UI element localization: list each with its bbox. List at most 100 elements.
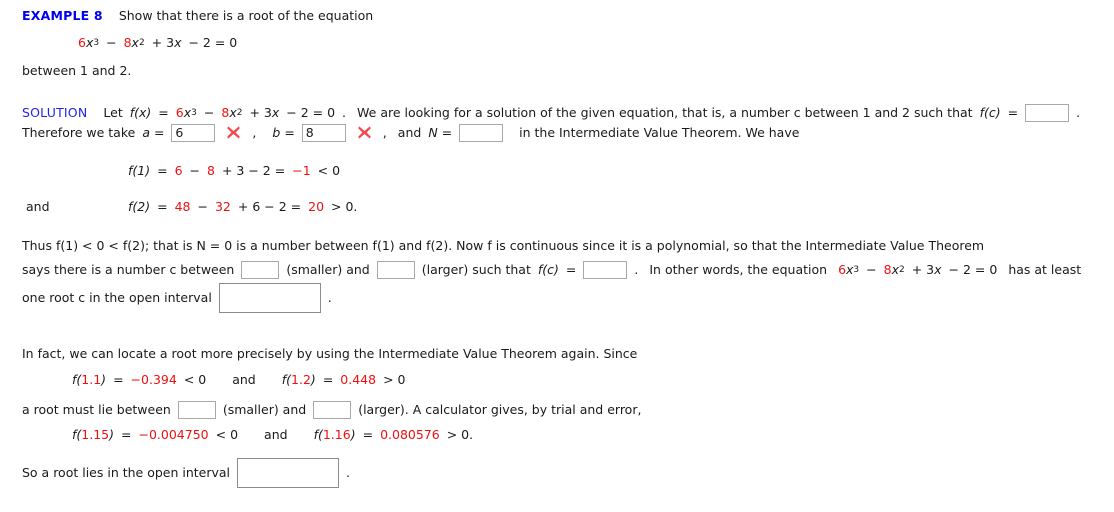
- f2-term-2: 32: [214, 199, 231, 214]
- example-prompt: Show that there is a root of the equatio…: [118, 8, 374, 23]
- calc3-value: −0.004750: [138, 427, 209, 442]
- thus-larger-input[interactable]: [376, 261, 415, 279]
- thus-one-root-text: one root c in the open interval: [22, 289, 212, 305]
- solution-fc-label: f(c): [979, 104, 1001, 120]
- infact-and-word-2: and: [264, 427, 288, 442]
- thus-equation-op-1: −: [866, 261, 877, 277]
- solution-equation-var-2: x: [229, 104, 237, 120]
- thus-fc-label: f(c): [537, 261, 559, 277]
- thus-equation-var-3: x: [934, 261, 942, 277]
- calc2-fn-open: f(: [281, 372, 292, 387]
- example-equation: 6x3 − 8x2 + 3x − 2 = 0: [78, 35, 238, 50]
- f2-function: f(2): [128, 199, 151, 214]
- calc3-eq: =: [121, 427, 132, 442]
- example-heading-line: EXAMPLE 8 Show that there is a root of t…: [22, 8, 374, 23]
- solution-label: SOLUTION: [22, 104, 88, 120]
- solution-equation-op-1: −: [203, 104, 215, 120]
- final-interval-input[interactable]: [237, 458, 340, 488]
- f1-term-op: −: [189, 163, 201, 178]
- solution-equation-var-1: x: [183, 104, 192, 120]
- therefore-text: Therefore we take: [22, 124, 136, 140]
- f2-term-1: 48: [174, 199, 191, 214]
- thus-line3-period: .: [327, 289, 332, 305]
- thus-says-text: says there is a number c between: [22, 261, 235, 277]
- f2-eq: =: [157, 199, 168, 214]
- calc1-fn-open: f(: [72, 372, 82, 387]
- thus-equation-tail: has at least: [1008, 261, 1082, 277]
- infact-smaller-input[interactable]: [177, 401, 216, 419]
- thus-equation-coef-2: 8: [883, 261, 892, 277]
- b-value-input[interactable]: [301, 124, 346, 142]
- thus-smaller-input[interactable]: [241, 261, 280, 279]
- thus-equation-var-2: x: [891, 261, 899, 277]
- f1-function: f(1): [128, 163, 151, 178]
- solution-period-2: .: [1076, 104, 1081, 120]
- thus-line-1: Thus f(1) < 0 < f(2); that is N = 0 is a…: [22, 238, 985, 253]
- f2-compare: > 0.: [331, 199, 358, 214]
- equation-var-1: x: [85, 35, 94, 50]
- open-interval-input[interactable]: [218, 283, 321, 313]
- equation-op-3: − 2 = 0: [188, 35, 238, 50]
- calc3-fn-open: f(: [72, 427, 82, 442]
- thus-inwords-text: In other words, the equation: [649, 261, 828, 277]
- f2-term-rest: + 6 − 2 =: [237, 199, 302, 214]
- calc1-arg: 1.1: [81, 372, 102, 387]
- exercise-page: EXAMPLE 8 Show that there is a root of t…: [0, 0, 1114, 512]
- f1-eq: =: [157, 163, 168, 178]
- f1-result: −1: [292, 163, 311, 178]
- N-label: N =: [428, 124, 453, 140]
- solution-period-1: .: [342, 104, 347, 120]
- solution-eq-sign: =: [158, 104, 169, 120]
- equation-var-2: x: [131, 35, 139, 50]
- infact-paragraph: In fact, we can locate a root more preci…: [22, 346, 638, 361]
- N-value-input[interactable]: [459, 124, 504, 142]
- a-value-input[interactable]: [171, 124, 216, 142]
- calc1-eq: =: [113, 372, 124, 387]
- infact-and-word: and: [232, 372, 256, 387]
- calc2-arg: 1.2: [291, 372, 311, 387]
- infact-larger-input[interactable]: [313, 401, 352, 419]
- solution-fx: f(x): [129, 104, 152, 120]
- calc3-fn-close: ): [109, 427, 115, 442]
- solution-equation-op-3: − 2 = 0: [286, 104, 336, 120]
- example-label: EXAMPLE 8: [22, 8, 103, 23]
- calc4-arg: 1.16: [322, 427, 351, 442]
- thus-fc-input[interactable]: [583, 261, 628, 279]
- equation-op-2: + 3: [151, 35, 175, 50]
- thus-line-2: says there is a number c between (smalle…: [22, 261, 1081, 279]
- thus-equation-op-2: + 3: [911, 261, 935, 277]
- thus-larger-label: (larger) such that: [421, 261, 531, 277]
- and-text: and: [397, 124, 422, 140]
- infact-larger-label: (larger). A calculator gives, by trial a…: [358, 401, 642, 417]
- evaluation-f2: f(2) = 48 − 32 + 6 − 2 = 20 > 0.: [128, 199, 358, 214]
- final-period: .: [346, 464, 351, 480]
- f1-term-2: 8: [207, 163, 215, 178]
- solution-line-2: Therefore we take a = , b = , and N =: [22, 124, 799, 142]
- f1-term-1: 6: [174, 163, 183, 178]
- calc3-compare: < 0: [215, 427, 239, 442]
- ivt-text: in the Intermediate Value Theorem. We ha…: [519, 124, 800, 140]
- calc4-fn-close: ): [350, 427, 356, 442]
- infact-smaller-label: (smaller) and: [222, 401, 307, 417]
- equation-coef-1: 6: [78, 35, 86, 50]
- thus-equation-var-1: x: [846, 261, 854, 277]
- solution-equation-var-3: x: [271, 104, 280, 120]
- calc2-fn-close: ): [310, 372, 316, 387]
- calc2-eq: =: [322, 372, 334, 387]
- infact-calc-line-2: f(1.15) = −0.004750 < 0 and f(1.16) = 0.…: [72, 427, 474, 442]
- calc1-value: −0.394: [130, 372, 177, 387]
- evaluations-and-word: and: [26, 199, 50, 214]
- equation-var-3: x: [174, 35, 182, 50]
- solution-looking-text: We are looking for a solution of the giv…: [357, 104, 973, 120]
- solution-fc-eq: =: [1007, 104, 1019, 120]
- calc4-compare: > 0.: [446, 427, 474, 442]
- thus-equation-op-3: − 2 = 0: [948, 261, 998, 277]
- f2-term-op: −: [197, 199, 208, 214]
- f1-compare: < 0: [317, 163, 341, 178]
- solution-let-text: Let: [103, 104, 123, 120]
- example-range-text: between 1 and 2.: [22, 63, 132, 78]
- final-interval-line: So a root lies in the open interval .: [22, 458, 350, 488]
- thus-period: .: [634, 261, 639, 277]
- fc-value-input[interactable]: [1025, 104, 1070, 122]
- evaluation-f1: f(1) = 6 − 8 + 3 − 2 = −1 < 0: [128, 163, 341, 178]
